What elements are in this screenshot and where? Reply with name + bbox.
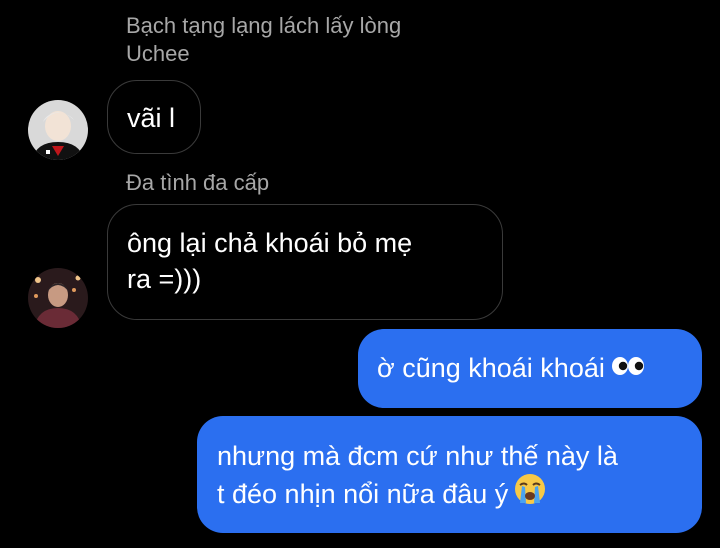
sender-name: Đa tình đa cấp: [126, 170, 270, 195]
message-text: ông lại chả khoái bỏ mẹ: [127, 228, 413, 258]
message-text: nhưng mà đcm cứ như thế này là: [217, 441, 618, 471]
incoming-message-bubble[interactable]: vãi l: [107, 80, 201, 154]
message-text: ra =))): [127, 264, 202, 294]
avatar-photo-icon[interactable]: [28, 100, 88, 160]
sender-name: Bạch tạng lạng lách lấy lòng Uchee: [126, 13, 402, 66]
loudly-crying-emoji-icon: [514, 473, 546, 515]
message-text: ờ cũng khoái khoái: [377, 350, 702, 388]
eyes-emoji-icon: [611, 349, 645, 386]
message-text: vãi l: [127, 103, 176, 133]
message-text: t đéo nhịn nổi nữa đâu ý: [217, 473, 702, 517]
incoming-message-bubble[interactable]: ông lại chả khoái bỏ mẹ ra =))): [107, 204, 503, 320]
outgoing-message-bubble[interactable]: nhưng mà đcm cứ như thế này là t đéo nhị…: [197, 416, 702, 533]
avatar-photo-icon[interactable]: [28, 268, 88, 328]
outgoing-message-bubble[interactable]: ờ cũng khoái khoái: [358, 329, 702, 408]
